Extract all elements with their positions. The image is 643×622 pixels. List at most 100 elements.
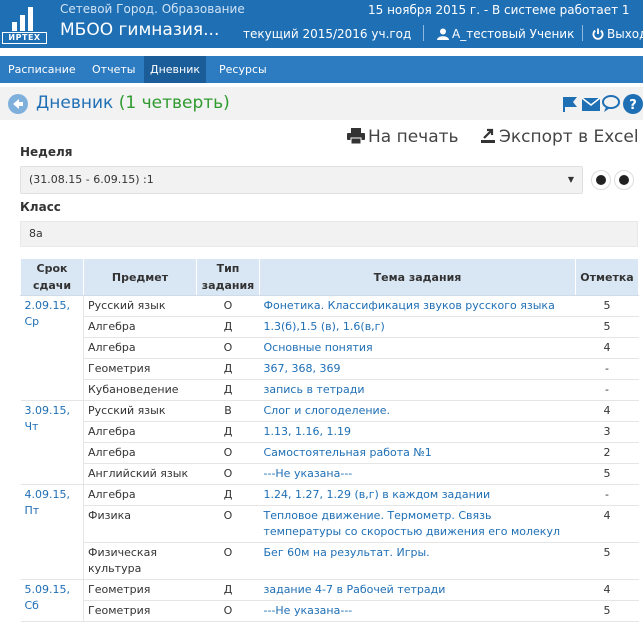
mark-cell: 5 bbox=[575, 542, 639, 580]
task-type-cell: Д bbox=[196, 421, 260, 443]
next-week-button[interactable] bbox=[614, 170, 634, 190]
topic-cell[interactable]: ---Не указана--- bbox=[259, 600, 576, 622]
exit-button[interactable]: Выход bbox=[592, 27, 643, 41]
topic-cell[interactable]: ---Не указана--- bbox=[259, 463, 576, 485]
table-row: Кубановедение Дзапись в тетради - bbox=[21, 379, 639, 401]
table-row: 2.09.15, Ср Русский язык О Фонетика. Класси… bbox=[20, 295, 639, 401]
topic-cell[interactable]: Бег 60м на результат. Игры. bbox=[259, 542, 576, 580]
svg-text:?: ? bbox=[629, 98, 637, 113]
table-row: 5.09.15, Сб Геометрия Дзадание 4-7 в Рабоч… bbox=[20, 579, 639, 622]
subject-cell: Алгебра bbox=[83, 484, 197, 506]
task-type-cell: Д bbox=[196, 579, 260, 601]
arrow-left-icon bbox=[596, 175, 606, 185]
table-row: Физическая культура О Бег 60м на результат… bbox=[21, 542, 639, 580]
date-info: 15 ноября 2015 г. - В системе работает 1 bbox=[368, 3, 630, 17]
main-nav: Расписание Отчеты Дневник Ресурсы bbox=[0, 56, 643, 83]
subject-cell: Алгебра bbox=[83, 337, 197, 359]
task-type-cell: О bbox=[196, 463, 260, 485]
export-button[interactable]: Экспорт в Excel bbox=[480, 127, 639, 147]
mark-cell: 5 bbox=[575, 463, 639, 485]
print-button[interactable]: На печать bbox=[347, 127, 459, 147]
subject-cell: Геометрия bbox=[83, 600, 197, 622]
help-icon[interactable]: ? bbox=[623, 94, 643, 117]
print-label: На печать bbox=[368, 127, 459, 147]
topic-cell[interactable]: 1.13, 1.16, 1.19 bbox=[259, 421, 576, 443]
subject-cell: Алгебра bbox=[83, 442, 197, 464]
mark-cell: 4 bbox=[575, 337, 639, 359]
mark-cell: - bbox=[575, 484, 639, 506]
power-icon bbox=[592, 28, 604, 40]
topic-cell[interactable]: Тепловое движение. Термометр. Связь темп… bbox=[259, 505, 576, 543]
nav-item-diary[interactable]: Дневник bbox=[144, 56, 207, 83]
class-label: Класс bbox=[20, 200, 61, 214]
task-type-cell: О bbox=[196, 337, 260, 359]
mail-icon[interactable] bbox=[581, 94, 601, 117]
due-date-cell: 4.09.15, Пт bbox=[20, 484, 84, 580]
table-row: 4.09.15, Пт Алгебра Д 1.24, 1.27, 1.29 (в,г… bbox=[20, 484, 639, 580]
export-icon bbox=[481, 128, 495, 143]
mark-cell: 4 bbox=[575, 400, 639, 422]
page-title: Дневник (1 четверть) bbox=[36, 93, 230, 113]
mark-cell: - bbox=[575, 379, 639, 401]
flag-icon[interactable] bbox=[560, 94, 580, 117]
export-label: Экспорт в Excel bbox=[499, 127, 639, 147]
topic-cell[interactable]: Слог и слогоделение. bbox=[259, 400, 576, 422]
task-type-cell: Д bbox=[196, 316, 260, 338]
mark-cell: 2 bbox=[575, 442, 639, 464]
logo-text: ИРТЕХ bbox=[2, 32, 47, 44]
arrow-right-icon bbox=[619, 175, 629, 185]
logo[interactable]: ИРТЕХ bbox=[0, 0, 49, 48]
header-mark: Отметка bbox=[575, 258, 639, 296]
user-link[interactable]: А_тестовый Ученик bbox=[437, 27, 574, 41]
user-icon bbox=[437, 28, 449, 40]
task-type-cell: О bbox=[196, 505, 260, 543]
divider bbox=[582, 25, 583, 41]
divider bbox=[423, 25, 424, 41]
exit-label: Выход bbox=[607, 27, 643, 41]
user-name: А_тестовый Ученик bbox=[452, 27, 575, 41]
nav-item-schedule[interactable]: Расписание bbox=[2, 56, 82, 83]
table-body: 2.09.15, Ср Русский язык О Фонетика. Класси… bbox=[20, 295, 639, 622]
nav-item-reports[interactable]: Отчеты bbox=[86, 56, 141, 83]
table-row: Алгебра О Основные понятия 4 bbox=[21, 337, 639, 359]
class-field[interactable]: 8а bbox=[20, 221, 638, 247]
mark-cell: 5 bbox=[575, 295, 639, 317]
school-name[interactable]: МБОО гимназия... bbox=[60, 20, 219, 40]
topic-cell[interactable]: задание 4-7 в Рабочей тетради bbox=[259, 579, 576, 601]
prev-week-button[interactable] bbox=[591, 170, 611, 190]
topic-cell[interactable]: Самостоятельная работа №1 bbox=[259, 442, 576, 464]
topic-cell[interactable]: Фонетика. Классификация звуков русского … bbox=[259, 295, 576, 317]
topic-cell[interactable]: 1.24, 1.27, 1.29 (в,г) в каждом задании bbox=[259, 484, 576, 506]
task-type-cell: Д bbox=[196, 484, 260, 506]
topic-cell[interactable]: Основные понятия bbox=[259, 337, 576, 359]
table-row: Алгебра О Самостоятельная работа №1 2 bbox=[21, 442, 639, 464]
week-value: (31.08.15 - 6.09.15) :1 bbox=[29, 173, 154, 186]
page-title-text: Дневник bbox=[36, 93, 114, 113]
quarter-label: (1 четверть) bbox=[118, 93, 230, 113]
due-date-cell: 2.09.15, Ср bbox=[20, 295, 84, 401]
subject-cell: Геометрия bbox=[83, 579, 197, 601]
chat-icon[interactable] bbox=[602, 94, 622, 117]
header-due-date: Срок сдачи bbox=[20, 258, 84, 296]
nav-item-resources[interactable]: Ресурсы bbox=[213, 56, 273, 83]
mark-cell: 4 bbox=[575, 579, 639, 601]
task-type-cell: О bbox=[196, 600, 260, 622]
topic-cell[interactable]: запись в тетради bbox=[259, 379, 576, 401]
due-date-cell: 3.09.15, Чт bbox=[20, 400, 84, 485]
task-type-cell: Д bbox=[196, 358, 260, 380]
topic-cell[interactable]: 367, 368, 369 bbox=[259, 358, 576, 380]
week-select[interactable]: (31.08.15 - 6.09.15) :1 ▼ bbox=[20, 166, 583, 194]
task-type-cell: О bbox=[196, 542, 260, 580]
subject-cell: Физика bbox=[83, 505, 197, 543]
school-year[interactable]: текущий 2015/2016 уч.год bbox=[243, 27, 411, 41]
header-topic: Тема задания bbox=[259, 258, 576, 296]
diary-table: Срок сдачи Предмет Тип задания Тема зада… bbox=[20, 258, 639, 622]
subject-cell: Алгебра bbox=[83, 316, 197, 338]
topic-cell[interactable]: 1.3(б),1.5 (в), 1.6(в,г) bbox=[259, 316, 576, 338]
caret-down-icon: ▼ bbox=[567, 175, 574, 184]
back-arrow-icon[interactable] bbox=[8, 94, 28, 114]
subject-cell: Русский язык bbox=[83, 400, 197, 422]
mark-cell: - bbox=[575, 358, 639, 380]
task-type-cell: В bbox=[196, 400, 260, 422]
subject-cell: Геометрия bbox=[83, 358, 197, 380]
